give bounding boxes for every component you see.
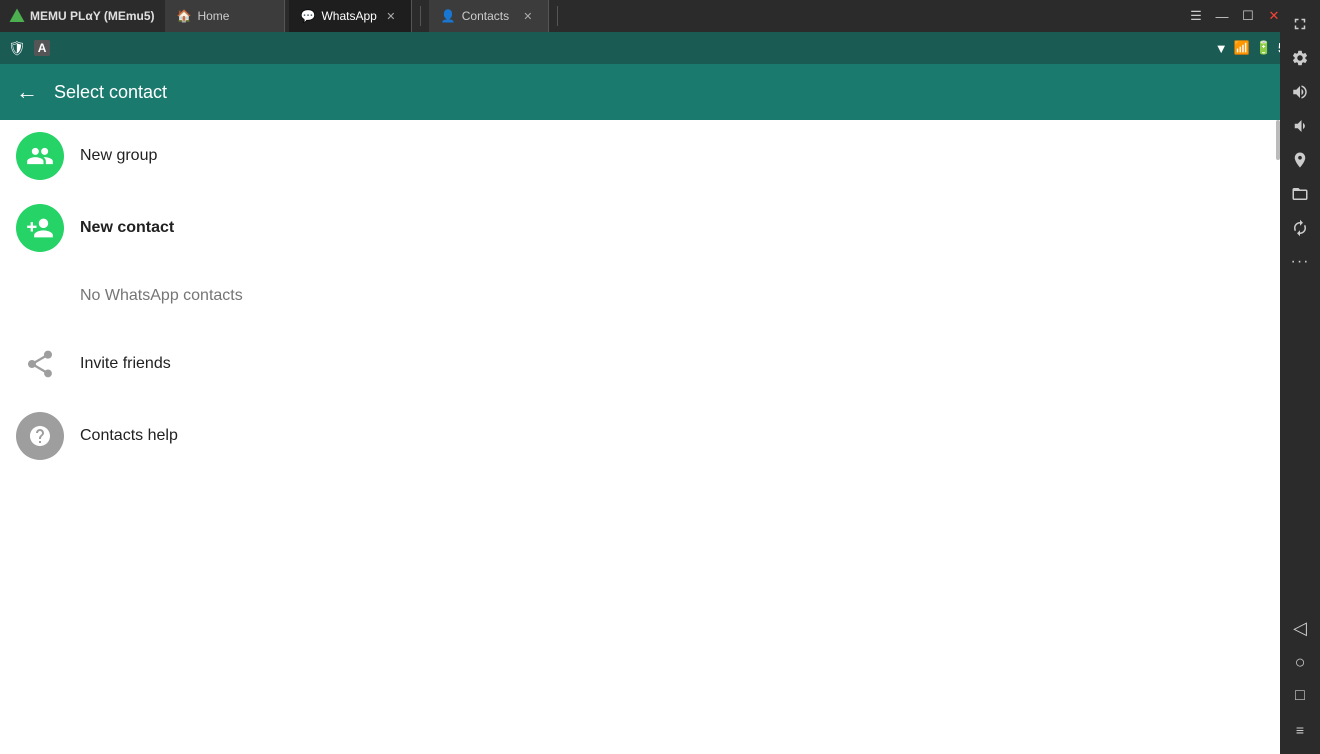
volume-down-icon xyxy=(1291,117,1309,135)
signal-icon: 📶 xyxy=(1234,40,1250,56)
whatsapp-tab-label: WhatsApp xyxy=(321,9,376,23)
sidebar-fullscreen-btn[interactable] xyxy=(1284,8,1316,40)
sidebar-files-btn[interactable] xyxy=(1284,178,1316,210)
memu-icon xyxy=(8,7,26,25)
files-icon xyxy=(1291,185,1309,203)
no-contacts-text: No WhatsApp contacts xyxy=(80,287,243,305)
new-contact-item[interactable]: New contact xyxy=(0,192,1280,264)
tab-home[interactable]: 🏠 Home xyxy=(165,0,285,32)
keyboard-icon: A xyxy=(34,40,51,56)
app-header: ← Select contact ⋮ xyxy=(0,64,1320,120)
new-contact-icon xyxy=(16,204,64,252)
home-tab-label: Home xyxy=(197,9,229,23)
contacts-tab-label: Contacts xyxy=(462,9,509,23)
settings-icon xyxy=(1291,49,1309,67)
group-icon xyxy=(26,142,54,170)
location-icon xyxy=(1291,151,1309,169)
tab-contacts[interactable]: 👤 Contacts ✕ xyxy=(429,0,549,32)
invite-friends-item[interactable]: Invite friends xyxy=(0,328,1280,400)
sidebar-location-btn[interactable] xyxy=(1284,144,1316,176)
invite-friends-label: Invite friends xyxy=(80,355,171,373)
home-nav-btn[interactable]: ○ xyxy=(1284,646,1316,678)
share-icon xyxy=(24,348,56,380)
new-group-label: New group xyxy=(80,147,157,165)
tab-whatsapp[interactable]: 💬 WhatsApp ✕ xyxy=(289,0,412,32)
no-contacts-row: No WhatsApp contacts xyxy=(0,264,1280,328)
browser-titlebar: MEMU PLαY (MEmu5) 🏠 Home 💬 WhatsApp ✕ 👤 … xyxy=(0,0,1320,32)
main-content: New group New contact No WhatsApp contac… xyxy=(0,120,1280,754)
memu-label: MEMU PLαY (MEmu5) xyxy=(30,9,155,23)
contacts-tab-icon: 👤 xyxy=(441,9,456,23)
sidebar-rotate-btn[interactable] xyxy=(1284,212,1316,244)
menu-nav-btn[interactable]: ≡ xyxy=(1284,714,1316,746)
person-add-icon xyxy=(26,214,54,242)
tab-divider xyxy=(420,6,421,26)
menu-btn[interactable]: ☰ xyxy=(1184,4,1208,28)
back-nav-btn[interactable]: ◁ xyxy=(1284,612,1316,644)
rotate-icon xyxy=(1291,219,1309,237)
shield-icon: 🛡 xyxy=(8,40,26,57)
help-icon xyxy=(28,424,52,448)
back-button[interactable]: ← xyxy=(16,79,38,105)
memu-logo: MEMU PLαY (MEmu5) xyxy=(8,7,155,25)
wifi-icon: ▼ xyxy=(1215,41,1228,56)
battery-icon: 🔋 xyxy=(1256,40,1272,56)
fullscreen-icon xyxy=(1291,15,1309,33)
sidebar-settings-btn[interactable] xyxy=(1284,42,1316,74)
new-contact-label: New contact xyxy=(80,219,174,237)
whatsapp-tab-icon: 💬 xyxy=(301,9,316,23)
sidebar-volume-up-btn[interactable] xyxy=(1284,76,1316,108)
contacts-tab-close[interactable]: ✕ xyxy=(520,8,536,24)
home-tab-icon: 🏠 xyxy=(177,9,192,23)
tab-divider-2 xyxy=(557,6,558,26)
minimize-btn[interactable]: — xyxy=(1210,4,1234,28)
volume-up-icon xyxy=(1291,83,1309,101)
new-group-item[interactable]: New group xyxy=(0,120,1280,192)
right-sidebar: ··· ◁ ○ □ ≡ xyxy=(1280,0,1320,754)
help-icon-circle xyxy=(16,412,64,460)
maximize-btn[interactable]: ☐ xyxy=(1236,4,1260,28)
new-group-icon xyxy=(16,132,64,180)
sidebar-volume-down-btn[interactable] xyxy=(1284,110,1316,142)
sidebar-more-btn[interactable]: ··· xyxy=(1284,246,1316,278)
status-left: 🛡 A xyxy=(8,40,50,57)
contacts-help-label: Contacts help xyxy=(80,427,178,445)
status-bar: 🛡 A ▼ 📶 🔋 5:57 xyxy=(0,32,1320,64)
recents-nav-btn[interactable]: □ xyxy=(1284,680,1316,712)
invite-icon xyxy=(16,340,64,388)
page-title: Select contact xyxy=(54,82,1265,103)
contacts-help-item[interactable]: Contacts help xyxy=(0,400,1280,472)
whatsapp-tab-close[interactable]: ✕ xyxy=(383,8,399,24)
